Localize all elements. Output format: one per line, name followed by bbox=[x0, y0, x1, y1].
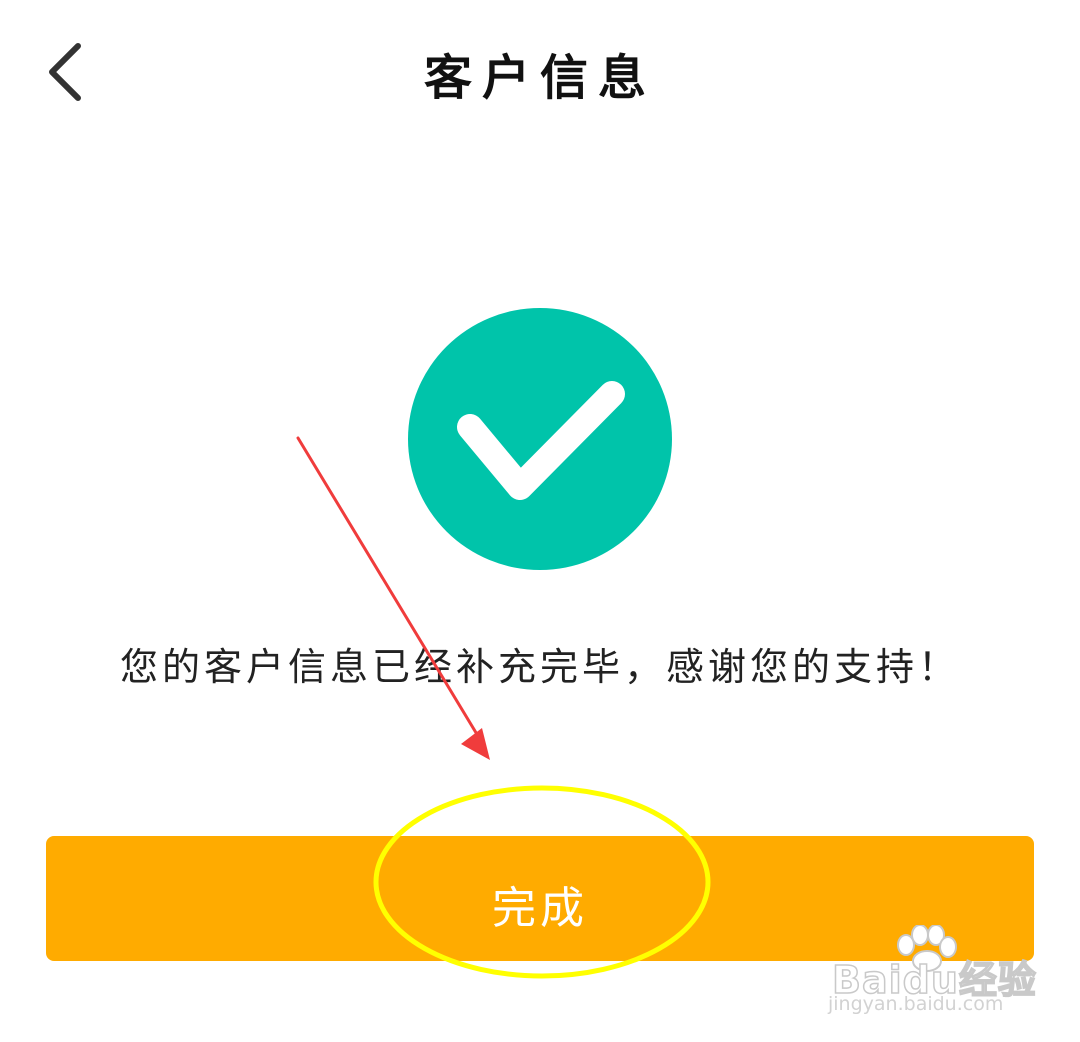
watermark-url: jingyan.baidu.com bbox=[828, 993, 1004, 1015]
success-message: 您的客户信息已经补充完毕，感谢您的支持！ bbox=[119, 645, 960, 689]
check-circle-icon bbox=[408, 308, 672, 570]
customer-info-success-page: 客户信息 您的客户信息已经补充完毕，感谢您的支持！ 完成 Baidu经验 jin… bbox=[0, 0, 1080, 1042]
page-title: 客户信息 bbox=[423, 50, 656, 106]
annotation-arrow-head bbox=[461, 728, 490, 760]
done-button[interactable]: 完成 bbox=[46, 836, 1034, 961]
nav-header: 客户信息 bbox=[0, 0, 1080, 150]
done-button-label: 完成 bbox=[492, 883, 588, 934]
